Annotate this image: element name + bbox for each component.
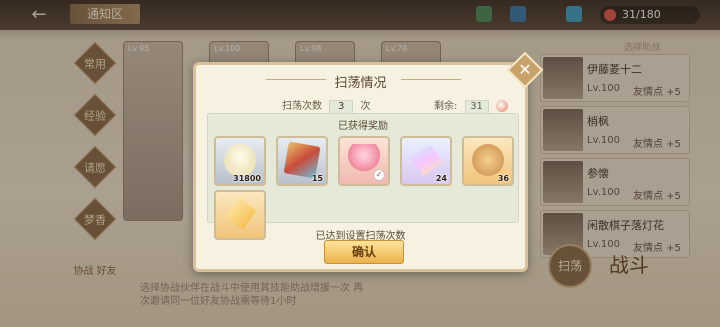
reward-item[interactable]: 36: [462, 136, 514, 186]
reward-quantity: 24: [435, 174, 447, 183]
confirm-button[interactable]: 确认: [324, 240, 404, 264]
reward-quantity: 36: [497, 174, 509, 183]
remaining-row: 剩余: 31: [434, 97, 508, 114]
check-icon: ✓: [373, 169, 385, 181]
reward-quantity: 15: [311, 174, 323, 183]
reward-title: 已获得奖励: [338, 121, 388, 132]
sweep-count-value: 3: [329, 100, 354, 114]
reward-item[interactable]: 31800: [214, 136, 266, 186]
reward-item[interactable]: 24: [400, 136, 452, 186]
remaining-label: 剩余:: [434, 101, 458, 112]
reward-item[interactable]: ✓: [338, 136, 390, 186]
shell-coin-icon: [224, 144, 256, 176]
cookie-icon: [472, 144, 504, 176]
reward-quantity: 31800: [233, 174, 261, 183]
sweep-count-row: 扫荡次数 3 次: [282, 97, 371, 114]
reward-item[interactable]: 15: [276, 136, 328, 186]
dialog-title: 扫荡情况: [334, 76, 387, 91]
stamina-icon: [495, 100, 508, 112]
sweep-count-label: 扫荡次数: [282, 101, 322, 112]
silk-cloth-icon: [283, 141, 321, 179]
reward-panel: 已获得奖励 31800 15 ✓ 24 36: [207, 113, 519, 240]
sweep-result-dialog: 扫荡情况 ✕ 扫荡次数 3 次 剩余: 31 已获得奖励 31800 15 ✓ 24 3…: [193, 51, 544, 272]
sweep-count-unit: 次: [360, 101, 371, 112]
remaining-value: 31: [464, 100, 489, 114]
close-icon: ✕: [518, 60, 532, 79]
gold-gem-icon: [224, 198, 256, 230]
